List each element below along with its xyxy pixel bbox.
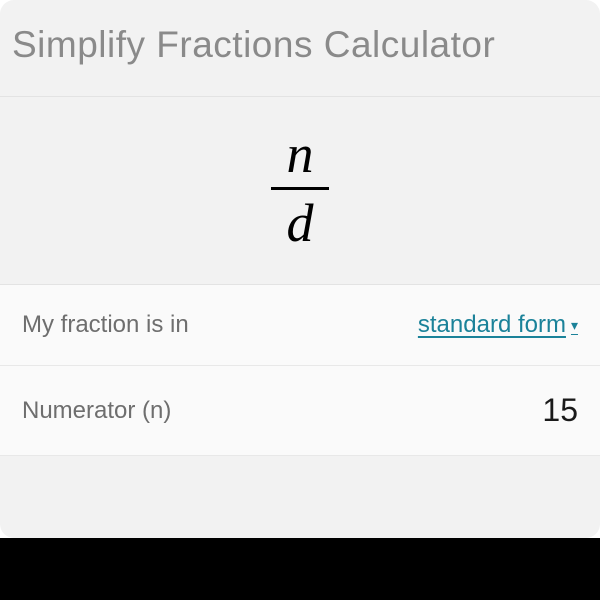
calculator-card: Simplify Fractions Calculator n d My fra… [0,0,600,538]
fraction-symbol: n d [271,127,329,250]
title-row: Simplify Fractions Calculator [0,14,600,97]
numerator-row: Numerator (n) 15 [0,366,600,456]
chevron-down-icon: ▾ [571,317,578,334]
fraction-numerator-symbol: n [277,127,324,183]
numerator-input[interactable]: 15 [542,392,578,429]
fraction-bar [271,187,329,190]
fraction-form-row: My fraction is in standard form ▾ [0,285,600,366]
fraction-form-dropdown[interactable]: standard form ▾ [418,311,578,339]
fraction-denominator-symbol: d [277,194,324,250]
numerator-label: Numerator (n) [22,397,171,425]
fraction-form-value: standard form [418,311,566,339]
page-title: Simplify Fractions Calculator [12,24,580,66]
fraction-form-label: My fraction is in [22,311,189,339]
bottom-bar [0,538,600,600]
fraction-display: n d [0,97,600,285]
